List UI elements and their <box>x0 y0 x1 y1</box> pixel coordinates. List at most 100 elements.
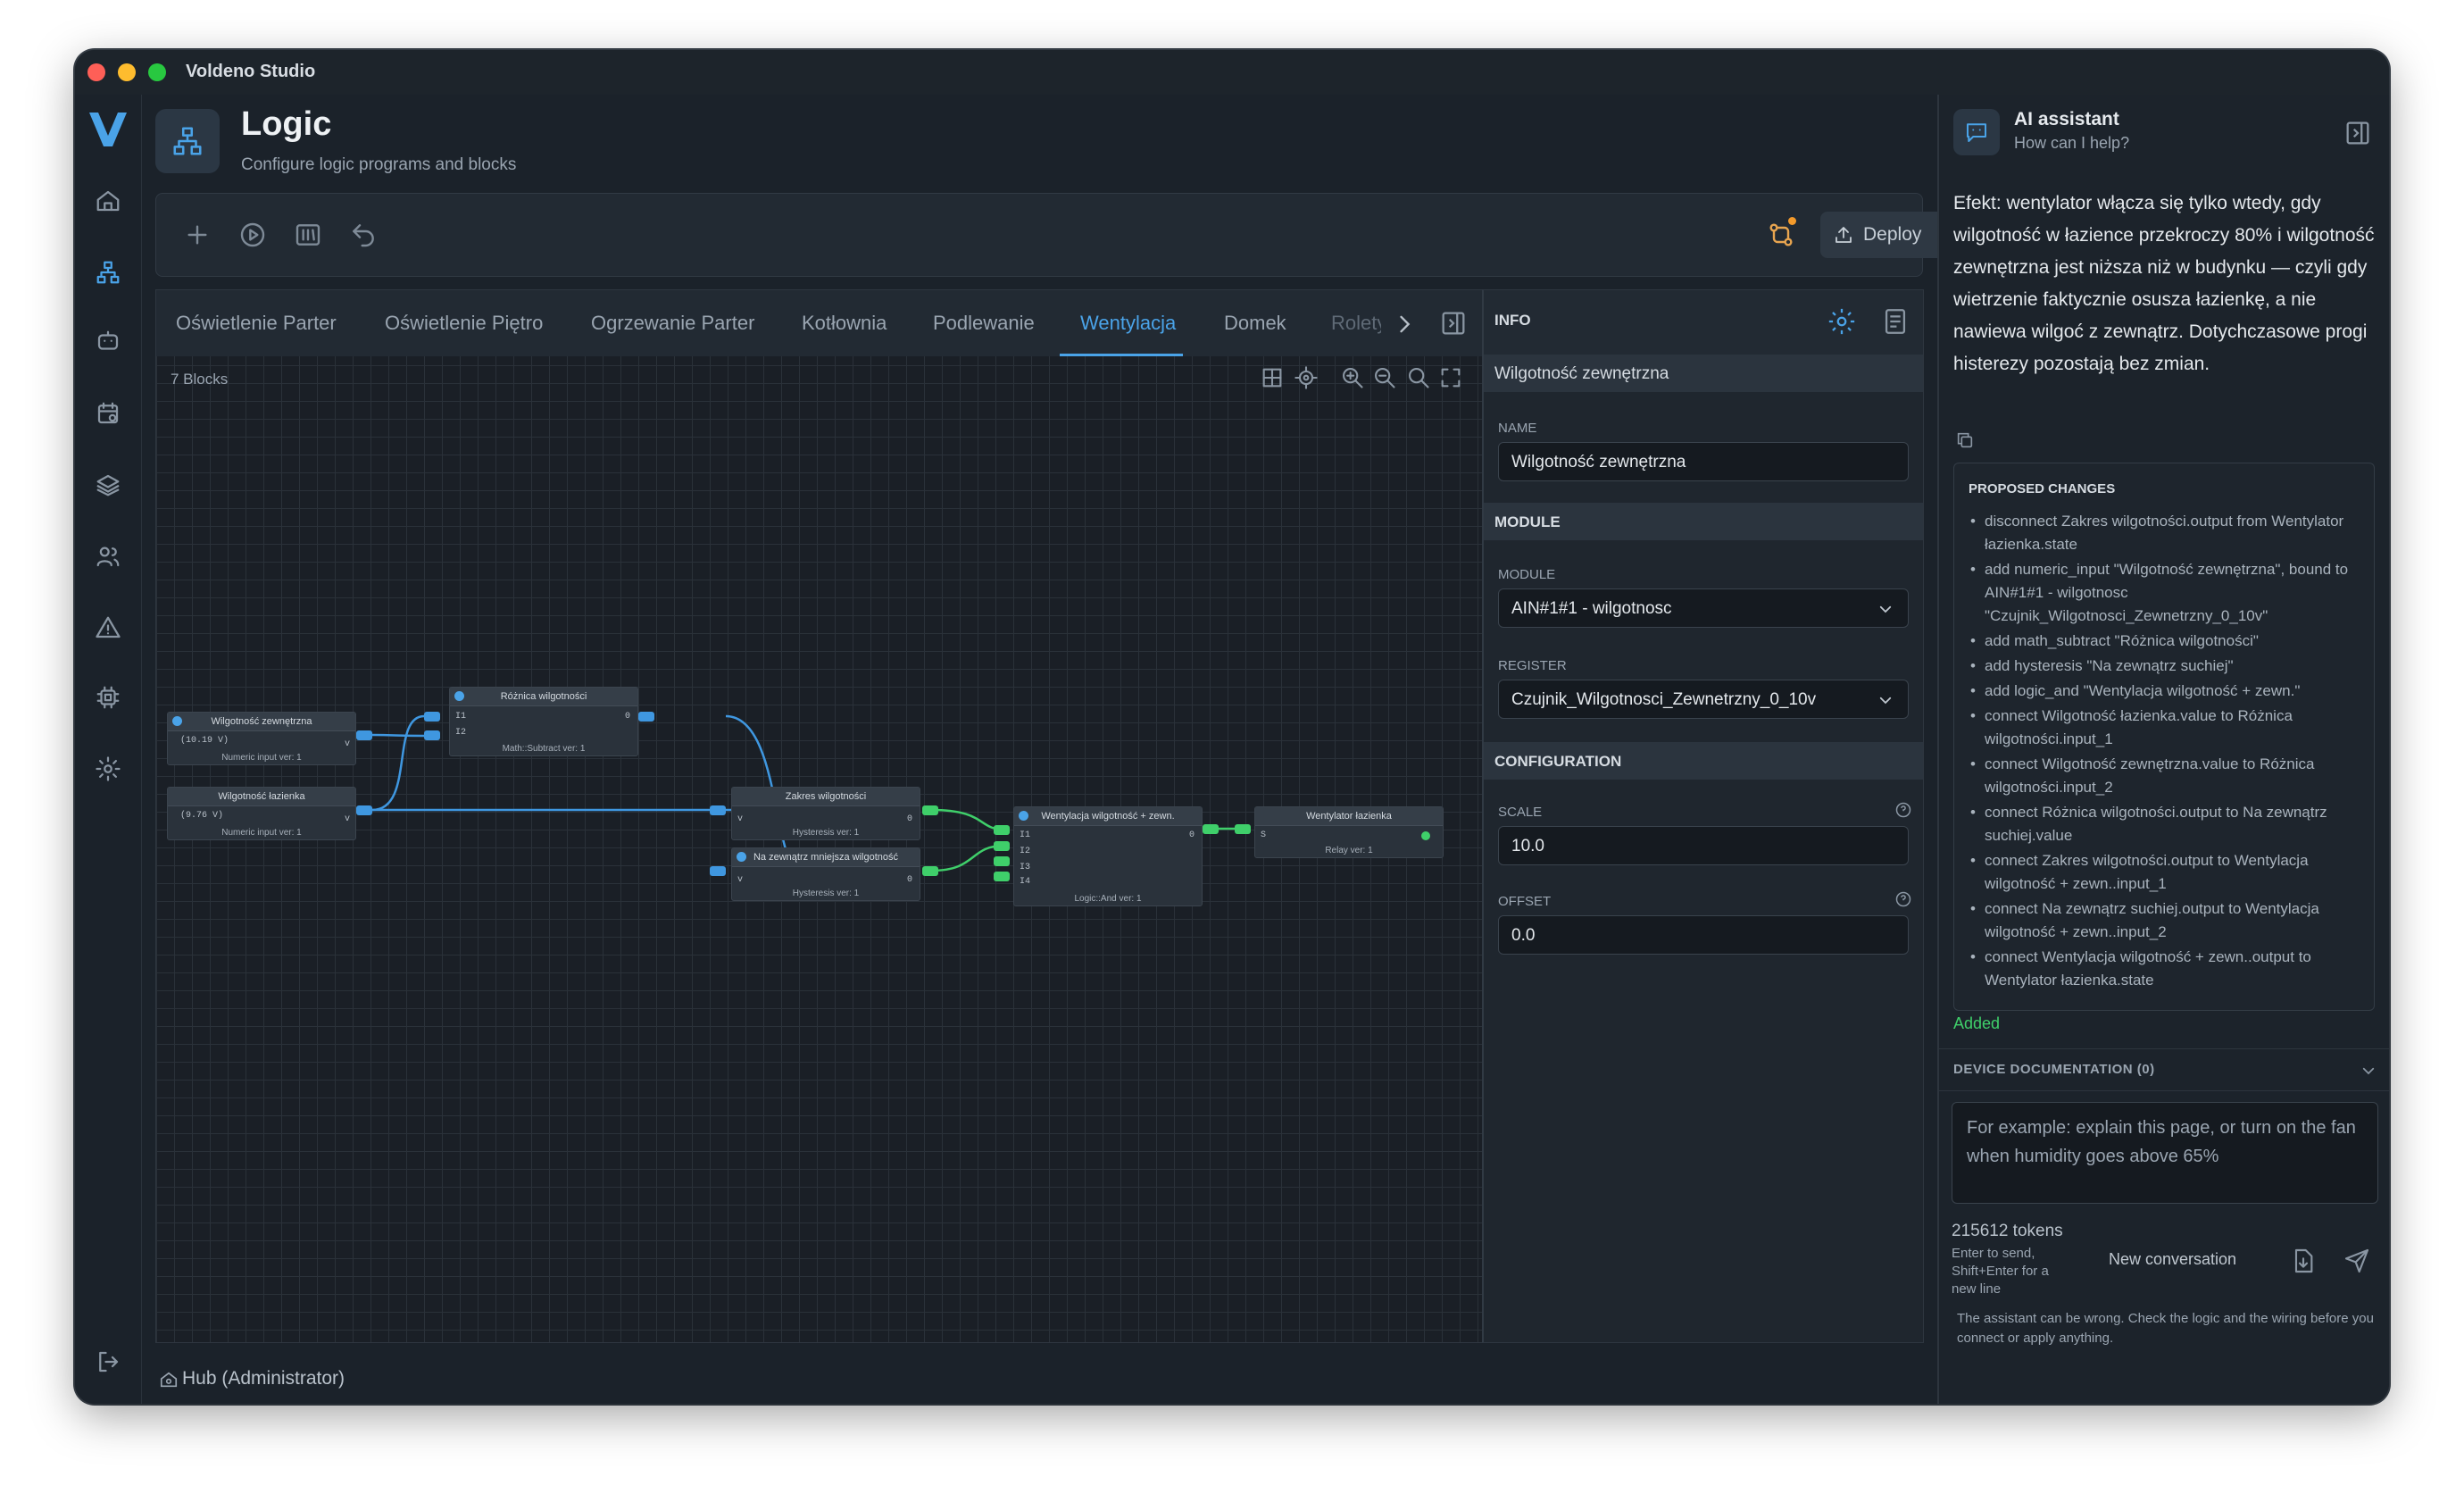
block-range[interactable]: Zakres wilgotności v 0 Hysteresis ver: 1 <box>731 787 920 840</box>
app-window: Voldeno Studio Logic Configure logic pro… <box>75 50 2389 1404</box>
chip-icon[interactable] <box>91 680 125 714</box>
offset-help-icon[interactable] <box>1894 890 1912 908</box>
register-label: REGISTER <box>1498 658 1567 673</box>
send-icon[interactable] <box>2343 1247 2373 1277</box>
block-humidity-bathroom[interactable]: Wilgotność łazienka (9.76 V) v Numeric i… <box>167 787 356 840</box>
change-item: connect Różnica wilgotności.output to Na… <box>1969 801 2361 847</box>
change-item: disconnect Zakres wilgotności.output fro… <box>1969 510 2361 556</box>
edit-icon <box>1019 811 1028 821</box>
maximize-window-button[interactable] <box>148 63 166 81</box>
window-title: Voldeno Studio <box>186 62 316 81</box>
chat-icon <box>1953 109 2000 155</box>
users-icon[interactable] <box>91 539 125 573</box>
git-compare-icon[interactable] <box>1763 217 1799 253</box>
tab-kotlownia[interactable]: Kotłownia <box>802 312 887 335</box>
port-in[interactable] <box>994 856 1010 866</box>
port-out[interactable] <box>922 805 938 815</box>
chevron-right-icon[interactable] <box>1392 312 1417 337</box>
block-footer: Math::Subtract ver: 1 <box>502 744 586 754</box>
play-icon[interactable] <box>235 217 271 253</box>
changes-status: Added <box>1953 1014 2001 1032</box>
port-out[interactable] <box>356 730 372 740</box>
chevron-down-icon <box>1879 605 1892 613</box>
tab-oswietlenie-parter[interactable]: Oświetlenie Parter <box>176 312 337 335</box>
minimize-window-button[interactable] <box>118 63 136 81</box>
block-port-label: 0 <box>907 875 913 885</box>
change-item: add numeric_input "Wilgotność zewnętrzna… <box>1969 558 2361 628</box>
collapse-panel-icon[interactable] <box>2343 118 2373 148</box>
tab-wentylacja[interactable]: Wentylacja <box>1080 312 1176 335</box>
undo-icon[interactable] <box>345 217 381 253</box>
block-logic-and[interactable]: Wentylacja wilgotność + zewn. I1 I2 I3 I… <box>1013 806 1203 906</box>
info-panel: INFO Wilgotność zewnętrzna NAME Wilgotno… <box>1482 289 1924 1343</box>
wire-humidity-out-to-subtract-i2 <box>371 733 425 738</box>
block-port-label: v <box>345 814 351 824</box>
port-in[interactable] <box>424 730 440 740</box>
block-footer: Numeric input ver: 1 <box>221 828 302 838</box>
port-in[interactable] <box>994 825 1010 835</box>
layers-icon[interactable] <box>91 468 125 502</box>
assistant-subtitle: How can I help? <box>2014 134 2130 152</box>
name-input[interactable]: Wilgotność zewnętrzna <box>1498 442 1909 481</box>
scale-input[interactable]: 10.0 <box>1498 826 1909 865</box>
port-in[interactable] <box>1235 824 1251 834</box>
port-out[interactable] <box>922 866 938 876</box>
settings-icon[interactable] <box>91 752 125 786</box>
block-subtract[interactable]: Różnica wilgotności I1 I2 0 Math::Subtra… <box>449 687 638 756</box>
document-icon[interactable] <box>1880 306 1910 337</box>
toggle-panel-icon[interactable] <box>1438 308 1469 338</box>
new-conversation-button[interactable]: New conversation <box>2109 1250 2236 1269</box>
port-in[interactable] <box>994 841 1010 851</box>
port-in[interactable] <box>710 805 726 815</box>
voldeno-logo[interactable] <box>87 111 129 148</box>
port-in[interactable] <box>710 866 726 876</box>
status-bar: Hub (Administrator) <box>150 1354 1935 1404</box>
tab-podlewanie[interactable]: Podlewanie <box>933 312 1035 335</box>
port-in[interactable] <box>424 712 440 722</box>
logic-icon[interactable] <box>91 255 125 289</box>
block-settings-icon[interactable] <box>1827 306 1857 337</box>
tab-rolety[interactable]: Rolety <box>1331 312 1381 335</box>
offset-input[interactable]: 0.0 <box>1498 915 1909 955</box>
chevron-down-icon <box>2362 1067 2375 1075</box>
register-select[interactable]: Czujnik_Wilgotnosci_Zewnetrzny_0_10v <box>1498 680 1909 719</box>
block-port-label: v <box>737 814 744 824</box>
scale-help-icon[interactable] <box>1894 801 1912 819</box>
copy-icon[interactable] <box>1955 430 1977 452</box>
block-title: Na zewnątrz mniejsza wilgotność <box>732 848 920 867</box>
assistant-title: AI assistant <box>2014 109 2119 129</box>
port-in[interactable] <box>994 872 1010 881</box>
block-port-label: I2 <box>455 728 467 738</box>
block-humidity-outside[interactable]: Wilgotność zewnętrzna (10.19 V) v Numeri… <box>167 712 356 765</box>
tab-domek[interactable]: Domek <box>1224 312 1286 335</box>
device-documentation-toggle[interactable]: DEVICE DOCUMENTATION (0) <box>1939 1048 2389 1091</box>
block-relay-fan[interactable]: Wentylator łazienka S Relay ver: 1 <box>1254 806 1444 858</box>
block-port-label: v <box>345 739 351 749</box>
change-item: connect Wilgotność łazienka.value to Róż… <box>1969 705 2361 751</box>
tab-ogrzewanie-parter[interactable]: Ogrzewanie Parter <box>591 312 754 335</box>
port-out[interactable] <box>1203 824 1219 834</box>
module-select[interactable]: AIN#1#1 - wilgotnosc <box>1498 588 1909 628</box>
logout-icon[interactable] <box>91 1345 125 1379</box>
logic-canvas[interactable]: 7 Blocks Wilgotność zewnętrzna (10.19 V)… <box>156 356 1483 1342</box>
selected-block-name: Wilgotność zewnętrzna <box>1494 364 1669 383</box>
block-port-label: S <box>1261 830 1267 840</box>
port-out[interactable] <box>356 805 372 815</box>
selected-block-bar: Wilgotność zewnętrzna <box>1484 355 1923 392</box>
download-icon[interactable] <box>2289 1247 2319 1277</box>
schedule-icon[interactable] <box>91 396 125 430</box>
assistant-input[interactable]: For example: explain this page, or turn … <box>1952 1102 2378 1204</box>
library-icon[interactable] <box>290 217 326 253</box>
block-outside-lower[interactable]: Na zewnątrz mniejsza wilgotność v 0 Hyst… <box>731 847 920 901</box>
tab-oswietlenie-pietro[interactable]: Oświetlenie Piętro <box>385 312 543 335</box>
home-icon[interactable] <box>91 184 125 218</box>
block-title: Zakres wilgotności <box>732 788 920 806</box>
alert-icon[interactable] <box>91 611 125 645</box>
add-icon[interactable] <box>179 217 215 253</box>
close-window-button[interactable] <box>87 63 105 81</box>
assistant-icon[interactable] <box>91 325 125 359</box>
port-out[interactable] <box>638 712 654 722</box>
block-port-label: 0 <box>1189 830 1195 840</box>
hub-status[interactable]: Hub (Administrator) <box>182 1368 345 1389</box>
block-title: Wilgotność zewnętrzna <box>168 713 355 731</box>
